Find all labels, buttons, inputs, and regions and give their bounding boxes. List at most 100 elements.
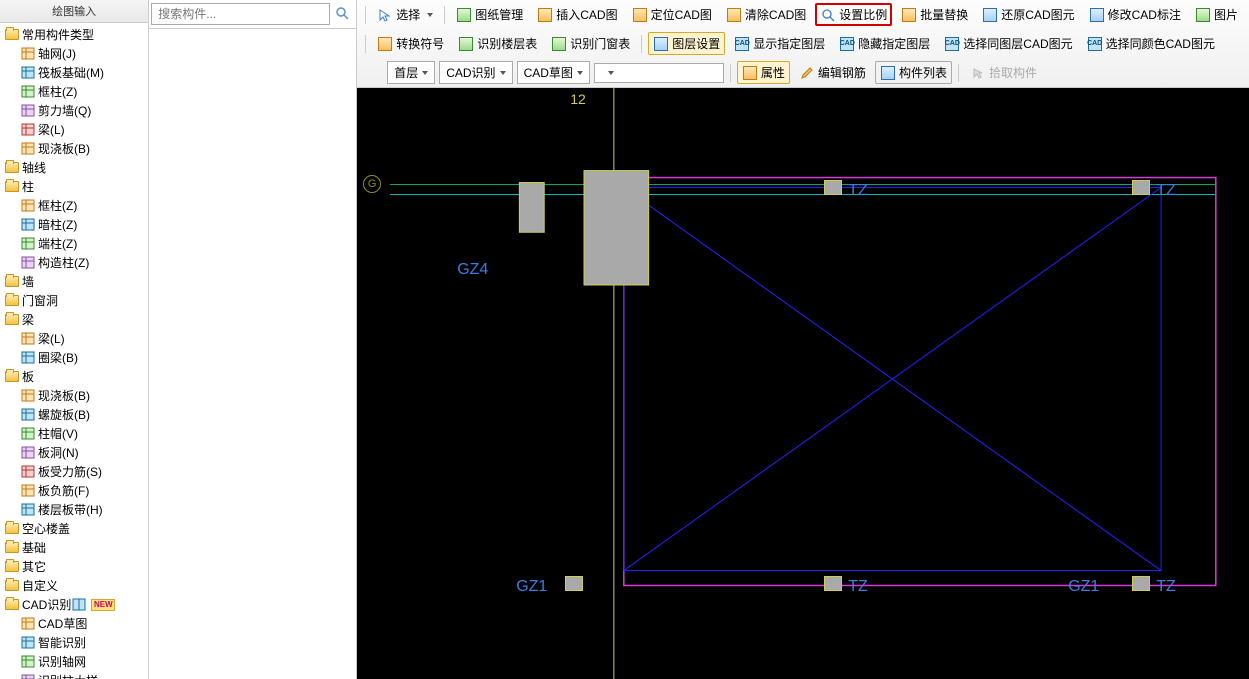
chevron-down-icon <box>608 71 614 75</box>
tree-item[interactable]: 现浇板(B) <box>0 386 148 405</box>
tree-item[interactable]: 暗柱(Z) <box>0 215 148 234</box>
tree-group[interactable]: 门窗洞 <box>0 291 148 310</box>
goujian-button[interactable]: 构件列表 <box>875 61 952 84</box>
folder-icon <box>4 275 20 289</box>
xiugai-button[interactable]: 修改CAD标注 <box>1084 3 1186 26</box>
cadshibie-dropdown[interactable]: CAD识别 <box>439 61 512 84</box>
folder-icon <box>4 294 20 308</box>
tree-group[interactable]: 空心楼盖 <box>0 519 148 538</box>
plan-svg <box>357 88 1249 679</box>
tree-item[interactable]: 智能识别 <box>0 633 148 652</box>
leaf-icon <box>20 636 36 650</box>
shibielouceng-button[interactable]: 识别楼层表 <box>453 32 542 55</box>
page-icon <box>456 7 472 23</box>
tree-item[interactable]: 现浇板(B) <box>0 139 148 158</box>
search-input[interactable] <box>151 3 330 25</box>
leaf-icon <box>20 66 36 80</box>
tree-item[interactable]: CAD草图 <box>0 614 148 633</box>
label-tz1: TZ <box>848 182 868 200</box>
edit-icon <box>1089 7 1105 23</box>
tree-label: 端柱(Z) <box>38 235 77 252</box>
tree-item[interactable]: 框柱(Z) <box>0 82 148 101</box>
tree-group[interactable]: 板 <box>0 367 148 386</box>
leaf-icon <box>20 427 36 441</box>
tree-group[interactable]: 基础 <box>0 538 148 557</box>
column-rect <box>565 576 583 591</box>
tree: 常用构件类型 轴网(J)筏板基础(M)框柱(Z)剪力墙(Q)梁(L)现浇板(B)… <box>0 23 148 679</box>
search-icon <box>335 6 349 23</box>
tuzhiguanli-button[interactable]: 图纸管理 <box>451 3 528 26</box>
tree-item[interactable]: 螺旋板(B) <box>0 405 148 424</box>
piliangtihuan-button[interactable]: 批量替换 <box>896 3 973 26</box>
tree-item[interactable]: 剪力墙(Q) <box>0 101 148 120</box>
tucengshezhi-button[interactable]: 图层设置 <box>648 32 725 55</box>
tree-item[interactable]: 识别轴网 <box>0 652 148 671</box>
tree-label: 圈梁(B) <box>38 349 78 366</box>
column-rect <box>1132 576 1150 591</box>
label-tz4: TZ <box>1156 578 1176 596</box>
axis-label-12: 12 <box>570 91 586 107</box>
tree-group[interactable]: 其它 <box>0 557 148 576</box>
shezhibili-button[interactable]: 设置比例 <box>815 3 892 26</box>
label-tz3: TZ <box>848 578 868 596</box>
yincang-button[interactable]: CAD隐藏指定图层 <box>834 32 935 55</box>
search-button[interactable] <box>330 2 354 26</box>
tree-item[interactable]: 板负筋(F) <box>0 481 148 500</box>
tree-item[interactable]: 识别柱大样 <box>0 671 148 679</box>
tree-item[interactable]: 柱帽(V) <box>0 424 148 443</box>
tree-label: 门窗洞 <box>22 292 58 309</box>
folder-icon <box>4 579 20 593</box>
cad-icon: CAD <box>839 36 855 52</box>
floor-dropdown[interactable]: 首层 <box>387 61 435 84</box>
tree-item[interactable]: 圈梁(B) <box>0 348 148 367</box>
tree-item[interactable]: 梁(L) <box>0 329 148 348</box>
dingwei-button[interactable]: 定位CAD图 <box>627 3 717 26</box>
tree-item[interactable]: 轴网(J) <box>0 44 148 63</box>
label-gz1-right: GZ1 <box>1068 578 1099 596</box>
charu-button[interactable]: 插入CAD图 <box>532 3 622 26</box>
xuanzetong-button[interactable]: CAD选择同图层CAD图元 <box>939 32 1077 55</box>
tree-group[interactable]: 轴线 <box>0 158 148 177</box>
folder-icon <box>4 560 20 574</box>
select-button[interactable]: 选择 <box>372 3 438 26</box>
new-badge: NEW <box>91 599 115 611</box>
tree-group[interactable]: CAD识别NEW <box>0 595 148 614</box>
column-rect <box>1132 180 1150 195</box>
property-icon <box>742 65 758 81</box>
label-tz2: TZ <box>1156 182 1176 200</box>
tree-item[interactable]: 构造柱(Z) <box>0 253 148 272</box>
tree-group[interactable]: 墙 <box>0 272 148 291</box>
tree-group[interactable]: 梁 <box>0 310 148 329</box>
tree-item[interactable]: 梁(L) <box>0 120 148 139</box>
xuanzetongyanse-button[interactable]: CAD选择同颜色CAD图元 <box>1082 32 1220 55</box>
qingchu-button[interactable]: 清除CAD图 <box>721 3 811 26</box>
tree-root[interactable]: 常用构件类型 <box>0 25 148 44</box>
xianshi-button[interactable]: CAD显示指定图层 <box>729 32 830 55</box>
cadcaotu-dropdown[interactable]: CAD草图 <box>517 61 590 84</box>
leaf-icon <box>20 655 36 669</box>
cad-canvas[interactable]: G 12 GZ4 GZ1 GZ1 TZ TZ TZ TZ <box>357 88 1249 679</box>
shuxing-button[interactable]: 属性 <box>737 61 790 84</box>
tree-group[interactable]: 自定义 <box>0 576 148 595</box>
tree-item[interactable]: 筏板基础(M) <box>0 63 148 82</box>
shibiemenchuang-button[interactable]: 识别门窗表 <box>546 32 635 55</box>
tree-item[interactable]: 板洞(N) <box>0 443 148 462</box>
bianji-button[interactable]: 编辑钢筋 <box>794 61 871 84</box>
tree-group[interactable]: 柱 <box>0 177 148 196</box>
tree-item[interactable]: 框柱(Z) <box>0 196 148 215</box>
empty-dropdown[interactable] <box>594 63 724 83</box>
tree-label: 智能识别 <box>38 634 86 651</box>
tree-label: CAD草图 <box>38 615 87 632</box>
zhuanhuan-button[interactable]: 转换符号 <box>372 32 449 55</box>
tree-item[interactable]: 楼层板带(H) <box>0 500 148 519</box>
chevron-down-icon <box>577 71 583 75</box>
tree-label: 板负筋(F) <box>38 482 89 499</box>
shiqu-button: 拾取构件 <box>965 61 1042 84</box>
tree-item[interactable]: 端柱(Z) <box>0 234 148 253</box>
leaf-icon <box>20 256 36 270</box>
huanyuan-button[interactable]: 还原CAD图元 <box>977 3 1079 26</box>
tupian-button[interactable]: 图片 <box>1190 3 1243 26</box>
clear-icon <box>726 7 742 23</box>
tree-item[interactable]: 板受力筋(S) <box>0 462 148 481</box>
column-rect <box>824 180 842 195</box>
